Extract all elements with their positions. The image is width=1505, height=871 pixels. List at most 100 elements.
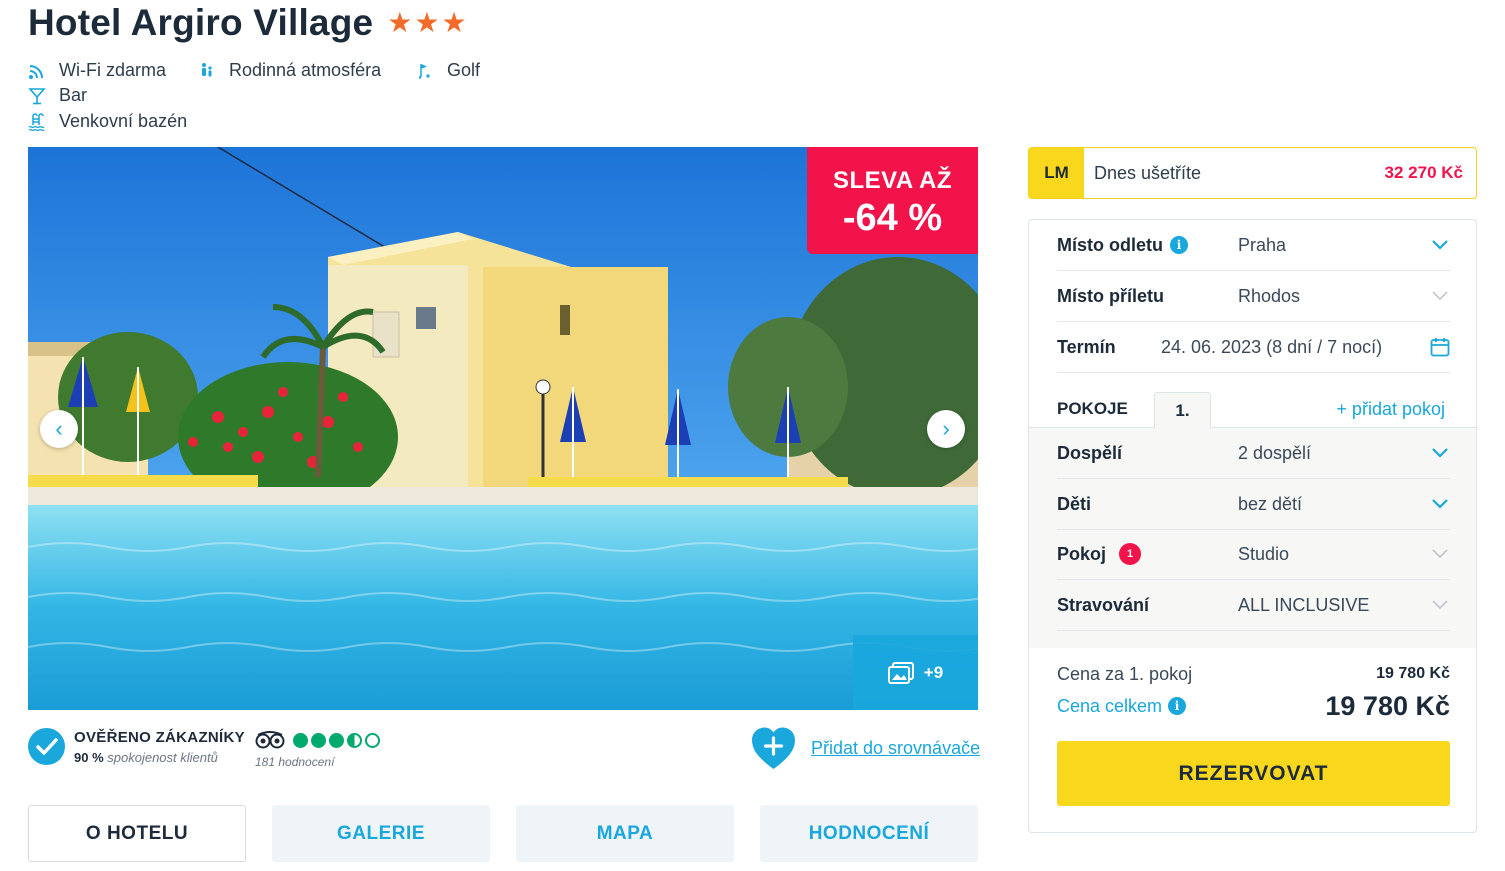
- departure-select[interactable]: Místo odletu i Praha: [1057, 220, 1450, 271]
- info-icon[interactable]: i: [1170, 236, 1188, 254]
- check-icon: [28, 728, 65, 765]
- date-label: Termín: [1057, 336, 1116, 357]
- last-minute-savings: LM Dnes ušetříte 32 270 Kč: [1028, 147, 1477, 199]
- price-per-room-label: Cena za 1. pokoj: [1057, 663, 1193, 684]
- star-icon: ★: [387, 7, 413, 38]
- price-total-label[interactable]: Cena celkem: [1057, 696, 1162, 717]
- rating-bubble: [329, 732, 344, 748]
- board-value: ALL INCLUSIVE: [1238, 594, 1370, 615]
- departure-value: Praha: [1238, 234, 1287, 255]
- discount-badge: SLEVA AŽ -64 %: [807, 147, 978, 254]
- tab-about-hotel[interactable]: O HOTELU: [28, 805, 246, 862]
- price-summary: Cena za 1. pokoj 19 780 Kč Cena celkem i …: [1057, 661, 1450, 725]
- price-per-room: 19 780 Kč: [1376, 665, 1450, 682]
- rooms-label: POKOJE: [1057, 399, 1128, 418]
- discount-label: SLEVA AŽ: [832, 167, 953, 194]
- chevron-down-icon: [1430, 595, 1450, 615]
- chevron-down-icon: [1430, 286, 1450, 306]
- rooms-header: POKOJE 1. + přidat pokoj: [1057, 392, 1450, 429]
- satisfaction-label: spokojenost klientů: [107, 749, 218, 765]
- room-label: Pokoj: [1057, 543, 1107, 564]
- date-picker[interactable]: Termín 24. 06. 2023 (8 dní / 7 nocí): [1057, 322, 1450, 373]
- booking-panel: Místo odletu i Praha Místo příletu Rhodos…: [1028, 219, 1477, 833]
- children-value: bez dětí: [1238, 493, 1303, 514]
- info-icon[interactable]: i: [1168, 697, 1187, 715]
- amenity-wifi: Wi-Fi zdarma: [28, 60, 166, 81]
- verified-title: OVĚŘENO ZÁKAZNÍKY: [74, 728, 245, 746]
- amenity-label: Wi-Fi zdarma: [59, 60, 166, 80]
- star-rating: ★ ★ ★: [387, 9, 466, 37]
- arrival-value: Rhodos: [1238, 285, 1301, 306]
- images-icon: [887, 661, 914, 684]
- hotel-header: Hotel Argiro Village ★ ★ ★: [28, 2, 467, 44]
- cocktail-icon: [28, 87, 46, 105]
- tab-map[interactable]: MAPA: [516, 805, 734, 862]
- chevron-down-icon: [1430, 235, 1450, 255]
- reserve-button[interactable]: REZERVOVAT: [1057, 741, 1450, 806]
- discount-value: -64 %: [842, 197, 943, 239]
- board-select[interactable]: Stravování ALL INCLUSIVE: [1057, 580, 1450, 631]
- date-value: 24. 06. 2023 (8 dní / 7 nocí): [1161, 336, 1383, 357]
- amenity-golf: Golf: [416, 60, 480, 81]
- add-to-compare-link[interactable]: Přidat do srovnávače: [811, 738, 980, 759]
- review-count: 181 hodnocení: [255, 755, 335, 769]
- verified-by-customers: OVĚŘENO ZÁKAZNÍKY 90 % spokojenost klien…: [28, 728, 245, 765]
- hotel-tabs: O HOTELU GALERIE MAPA HODNOCENÍ: [28, 805, 978, 862]
- chevron-right-icon: ›: [942, 416, 950, 441]
- arrival-label: Místo příletu: [1057, 285, 1164, 306]
- pool-ladder-icon: [28, 112, 46, 131]
- rating-bubble: [293, 732, 308, 748]
- gallery-prev-button[interactable]: ‹: [40, 410, 78, 448]
- chevron-down-icon: [1430, 494, 1450, 514]
- amenity-pool: Venkovní bazén: [28, 111, 187, 132]
- gallery-next-button[interactable]: ›: [927, 410, 965, 448]
- adults-select[interactable]: Dospělí 2 dospělí: [1057, 428, 1450, 479]
- board-label: Stravování: [1057, 594, 1150, 615]
- room-value: Studio: [1238, 543, 1290, 564]
- room-type-select[interactable]: Pokoj 1 Studio: [1057, 529, 1450, 580]
- amenity-label: Venkovní bazén: [59, 111, 188, 131]
- chevron-down-icon: [1430, 443, 1450, 463]
- savings-amount: 32 270 Kč: [1384, 163, 1463, 182]
- satisfaction-percent: 90 %: [74, 749, 104, 765]
- hotel-photo-gallery[interactable]: SLEVA AŽ -64 % ‹ › +9: [28, 147, 978, 710]
- price-total: 19 780 Kč: [1325, 690, 1450, 721]
- tab-gallery[interactable]: GALERIE: [272, 805, 490, 862]
- children-label: Děti: [1057, 493, 1092, 514]
- star-icon: ★: [414, 7, 440, 38]
- amenity-label: Golf: [447, 60, 481, 80]
- calendar-icon[interactable]: [1430, 337, 1450, 357]
- room-config: Dospělí 2 dospělí Děti bez dětí Pokoj 1 S…: [1029, 427, 1476, 648]
- more-photos-count: +9: [923, 662, 944, 682]
- chevron-down-icon: [1430, 544, 1450, 564]
- room-tab-1[interactable]: 1.: [1154, 392, 1211, 429]
- alert-badge: 1: [1119, 543, 1142, 565]
- arrival-select[interactable]: Místo příletu Rhodos: [1057, 271, 1450, 322]
- star-icon: ★: [441, 7, 467, 38]
- more-photos-button[interactable]: +9: [853, 635, 978, 710]
- rating-bubble: [311, 732, 326, 748]
- wifi-icon: [28, 62, 46, 80]
- add-room-link[interactable]: + přidat pokoj: [1336, 399, 1445, 420]
- heart-plus-icon[interactable]: [750, 726, 797, 771]
- chevron-left-icon: ‹: [55, 416, 63, 441]
- golf-icon: [416, 62, 434, 80]
- amenity-label: Bar: [59, 85, 88, 105]
- adults-label: Dospělí: [1057, 442, 1123, 463]
- adults-value: 2 dospělí: [1238, 442, 1312, 463]
- rating-bubble: [347, 732, 362, 748]
- amenity-family: Rodinná atmosféra: [198, 60, 381, 81]
- add-to-compare[interactable]: Přidat do srovnávače: [750, 726, 980, 771]
- departure-label: Místo odletu: [1057, 234, 1163, 255]
- hotel-title: Hotel Argiro Village: [28, 2, 374, 43]
- tripadvisor-rating[interactable]: 181 hodnocení: [255, 731, 380, 769]
- verified-subtitle: 90 % spokojenost klientů: [74, 750, 245, 765]
- amenity-bar: Bar: [28, 85, 87, 106]
- rating-bubble: [365, 732, 380, 748]
- last-minute-badge: LM: [1029, 148, 1084, 198]
- tab-reviews[interactable]: HODNOCENÍ: [760, 805, 978, 862]
- family-icon: [198, 62, 216, 80]
- amenity-label: Rodinná atmosféra: [229, 60, 382, 80]
- children-select[interactable]: Děti bez dětí: [1057, 479, 1450, 530]
- tripadvisor-owl-icon: [255, 731, 285, 749]
